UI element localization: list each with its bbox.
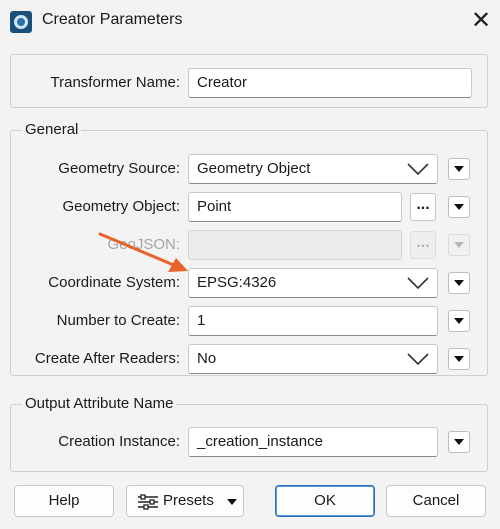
number-to-create-label: Number to Create: — [56, 312, 180, 329]
annotation-arrow-icon — [98, 232, 188, 272]
chevron-down-icon — [407, 353, 429, 366]
geojson-menu-button — [448, 234, 470, 256]
output-attribute-group-title: Output Attribute Name — [22, 395, 177, 412]
window-title: Creator Parameters — [42, 11, 183, 28]
geometry-source-select[interactable]: Geometry Object — [188, 154, 438, 184]
geometry-source-menu-button[interactable] — [448, 158, 470, 180]
geojson-input — [188, 230, 402, 260]
create-after-readers-select[interactable]: No — [188, 344, 438, 374]
create-after-readers-label: Create After Readers: — [34, 350, 180, 367]
fme-creator-icon — [10, 11, 32, 33]
creation-instance-label: Creation Instance: — [58, 433, 180, 450]
sliders-icon — [138, 494, 158, 510]
help-button[interactable]: Help — [14, 485, 114, 517]
create-after-readers-value: No — [197, 350, 217, 367]
caret-down-icon — [227, 499, 237, 505]
presets-label: Presets — [163, 492, 214, 509]
number-to-create-menu-button[interactable] — [448, 310, 470, 332]
creation-instance-input[interactable]: _creation_instance — [188, 427, 438, 457]
geometry-source-label: Geometry Source: — [58, 160, 180, 177]
geometry-object-label: Geometry Object: — [62, 198, 180, 215]
transformer-name-label: Transformer Name: — [50, 74, 180, 91]
close-button[interactable]: ✕ — [466, 6, 496, 36]
general-group-title: General — [22, 121, 82, 138]
transformer-name-input[interactable]: Creator — [188, 68, 472, 98]
geometry-object-menu-button[interactable] — [448, 196, 470, 218]
geometry-object-input[interactable]: Point — [188, 192, 402, 222]
geojson-browse-button: ... — [410, 231, 436, 259]
geometry-source-value: Geometry Object — [197, 160, 311, 177]
chevron-down-icon — [407, 163, 429, 176]
title-bar: Creator Parameters ✕ — [0, 0, 500, 44]
number-to-create-input[interactable]: 1 — [188, 306, 438, 336]
chevron-down-icon — [407, 277, 429, 290]
creation-instance-menu-button[interactable] — [448, 431, 470, 453]
geometry-object-browse-button[interactable]: ... — [410, 193, 436, 221]
coordinate-system-select[interactable]: EPSG:4326 — [188, 268, 438, 298]
ok-button[interactable]: OK — [275, 485, 375, 517]
presets-button[interactable]: Presets — [126, 485, 244, 517]
coordinate-system-value: EPSG:4326 — [197, 274, 277, 291]
cancel-button[interactable]: Cancel — [386, 485, 486, 517]
create-after-readers-menu-button[interactable] — [448, 348, 470, 370]
coordinate-system-menu-button[interactable] — [448, 272, 470, 294]
